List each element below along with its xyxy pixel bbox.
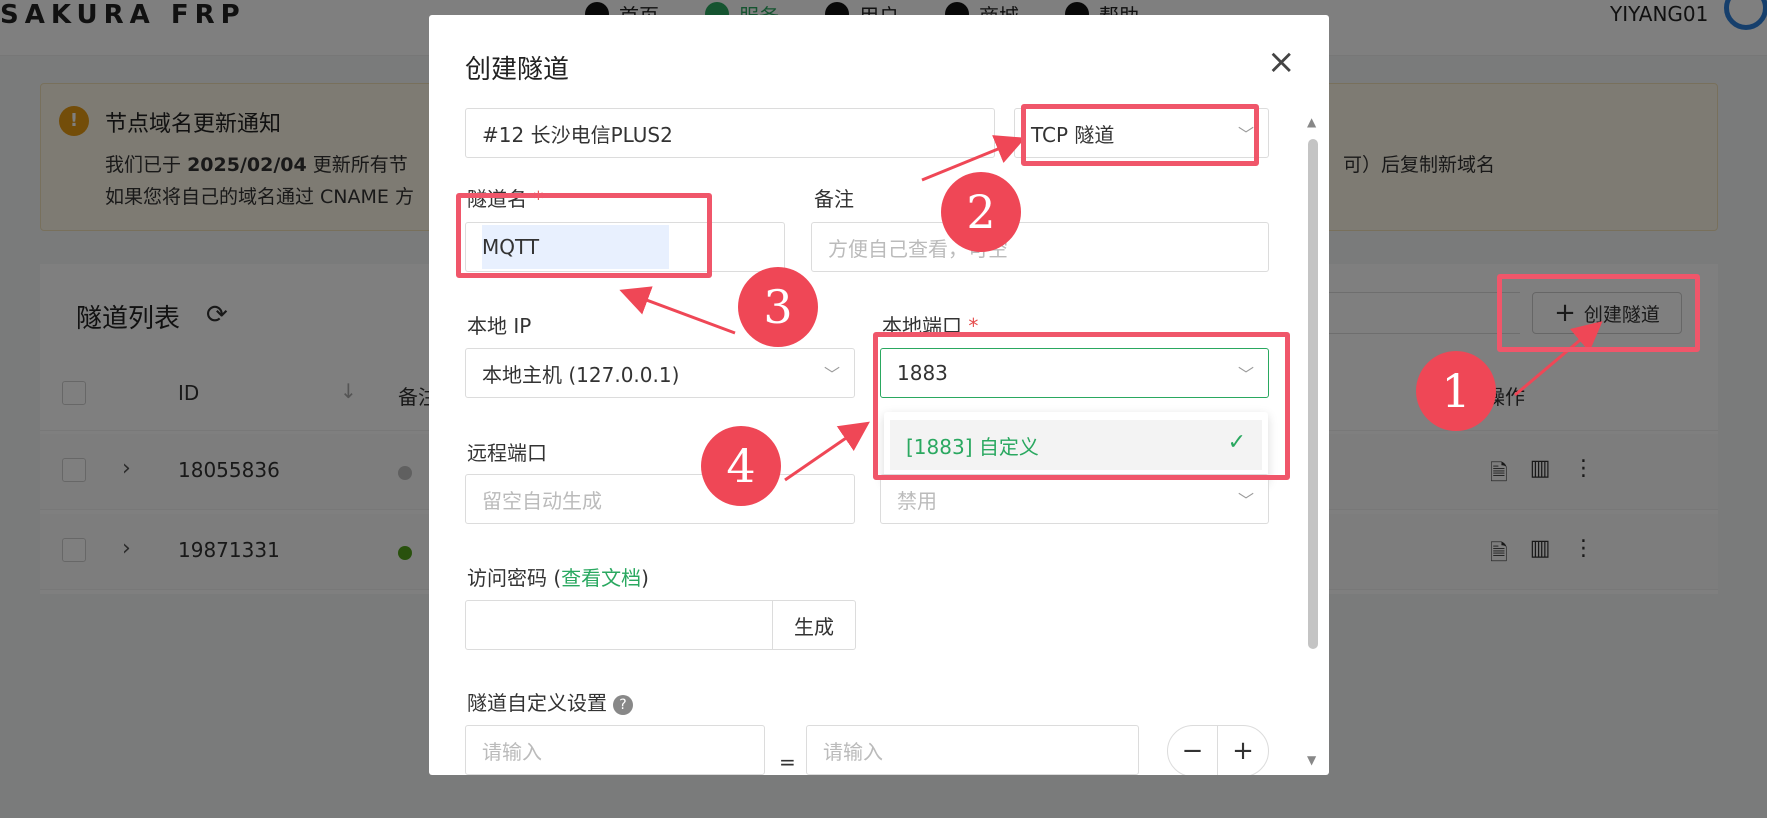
step-badge-2: 2 xyxy=(941,172,1021,252)
arrow-3 xyxy=(619,286,736,335)
highlight-create-button xyxy=(1497,274,1700,352)
arrow-4 xyxy=(784,421,870,482)
step-badge-1: 1 xyxy=(1416,351,1496,431)
highlight-tunnel-type xyxy=(1021,104,1259,166)
step-badge-4: 4 xyxy=(701,426,781,506)
highlight-local-port xyxy=(873,332,1290,480)
step-badge-3: 3 xyxy=(738,267,818,347)
highlight-tunnel-name xyxy=(456,193,712,278)
